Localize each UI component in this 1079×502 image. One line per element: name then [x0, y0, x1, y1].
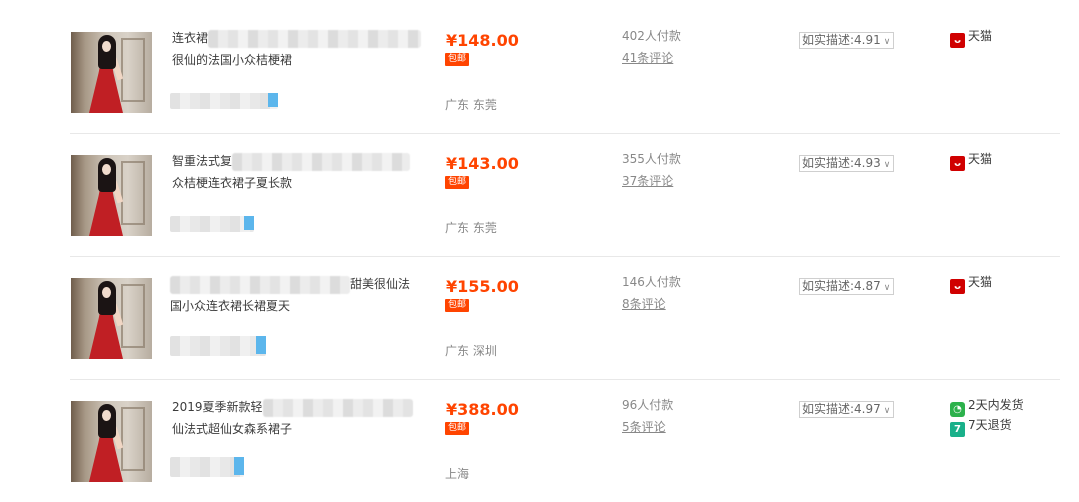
tmall-icon: ᴗ — [950, 279, 965, 294]
shop-badge-icon — [234, 457, 244, 475]
product-title-text[interactable]: 仙法式超仙女森系裙子 — [172, 422, 292, 436]
rating-value: 4.87 — [854, 279, 881, 293]
rating-label: 如实描述: — [802, 156, 855, 170]
free-shipping-badge: 包邮 — [445, 53, 470, 66]
price: ¥143.00 — [446, 154, 519, 173]
service-seven-day-return[interactable]: 7 7天退货 — [950, 417, 1012, 437]
product-row[interactable]: 连衣裙 很仙的法国小众桔梗裙 ¥148.00 包邮 广东 东莞 402人付款 4… — [0, 10, 1079, 133]
product-title-text[interactable]: 2019夏季新款轻 — [172, 400, 263, 414]
product-image[interactable] — [71, 401, 152, 482]
review-link[interactable]: 37条评论 — [622, 173, 673, 189]
product-image[interactable] — [71, 32, 152, 113]
location: 上海 — [445, 467, 470, 481]
product-title-text[interactable]: 连衣裙 — [172, 31, 208, 45]
rating-value: 4.91 — [854, 33, 881, 47]
review-link[interactable]: 5条评论 — [622, 419, 666, 435]
product-title-text[interactable]: 甜美很仙法 — [350, 277, 410, 291]
product-image[interactable] — [71, 278, 152, 359]
rating-dropdown[interactable]: 如实描述:4.97 ∨ — [799, 401, 895, 418]
shop-name-redacted[interactable] — [170, 216, 254, 232]
service-tmall[interactable]: ᴗ 天猫 — [950, 274, 992, 294]
location: 广东 东莞 — [445, 98, 497, 112]
redacted-text — [170, 275, 350, 294]
shop-badge-icon — [244, 216, 254, 230]
product-list: 连衣裙 很仙的法国小众桔梗裙 ¥148.00 包邮 广东 东莞 402人付款 4… — [0, 0, 1079, 502]
seven-day-return-icon: 7 — [950, 422, 965, 437]
product-title[interactable]: 智重法式复 众桔梗连衣裙子夏长款 — [172, 150, 422, 194]
rating-value: 4.97 — [854, 402, 881, 416]
product-row[interactable]: 智重法式复 众桔梗连衣裙子夏长款 ¥143.00 包邮 广东 东莞 355人付款… — [0, 133, 1079, 256]
rating-label: 如实描述: — [802, 33, 855, 47]
rating-dropdown[interactable]: 如实描述:4.91 ∨ — [799, 32, 895, 49]
service-label: 天猫 — [968, 275, 993, 289]
chevron-down-icon: ∨ — [883, 283, 891, 293]
review-link[interactable]: 8条评论 — [622, 296, 666, 312]
rating-dropdown[interactable]: 如实描述:4.87 ∨ — [799, 278, 895, 295]
product-image[interactable] — [71, 155, 152, 236]
row-divider — [70, 133, 1060, 134]
shop-badge-icon — [256, 336, 266, 354]
service-tmall[interactable]: ᴗ 天猫 — [950, 151, 992, 171]
service-label: 天猫 — [968, 152, 993, 166]
two-day-ship-icon: ◔ — [950, 402, 965, 417]
rating-value: 4.93 — [854, 156, 881, 170]
product-title[interactable]: 2019夏季新款轻 仙法式超仙女森系裙子 — [172, 396, 422, 440]
service-label: 7天退货 — [968, 418, 1012, 432]
product-row[interactable]: 甜美很仙法 国小众连衣裙长裙夏天 ¥155.00 包邮 广东 深圳 146人付款… — [0, 256, 1079, 379]
rating-label: 如实描述: — [802, 402, 855, 416]
shop-name-redacted[interactable] — [170, 457, 244, 477]
free-shipping-badge: 包邮 — [445, 422, 470, 435]
review-link[interactable]: 41条评论 — [622, 50, 673, 66]
redacted-text — [262, 398, 413, 417]
service-two-day-ship[interactable]: ◔ 2天内发货 — [950, 397, 1024, 417]
product-row[interactable]: 2019夏季新款轻 仙法式超仙女森系裙子 ¥388.00 包邮 上海 96人付款… — [0, 379, 1079, 502]
row-divider — [70, 379, 1060, 380]
tmall-icon: ᴗ — [950, 33, 965, 48]
paid-count: 96人付款 — [622, 398, 674, 412]
paid-count: 146人付款 — [622, 275, 681, 289]
redacted-text — [208, 29, 422, 48]
price: ¥155.00 — [446, 277, 519, 296]
service-label: 天猫 — [968, 29, 993, 43]
paid-count: 355人付款 — [622, 152, 681, 166]
location: 广东 东莞 — [445, 221, 497, 235]
product-title-text[interactable]: 智重法式复 — [172, 154, 232, 168]
product-title-text[interactable]: 国小众连衣裙长裙夏天 — [170, 299, 290, 313]
product-title-text[interactable]: 很仙的法国小众桔梗裙 — [172, 53, 292, 67]
chevron-down-icon: ∨ — [883, 160, 891, 170]
shop-badge-icon — [268, 93, 278, 107]
shop-name-redacted[interactable] — [170, 336, 266, 356]
location: 广东 深圳 — [445, 344, 497, 358]
chevron-down-icon: ∨ — [883, 406, 891, 416]
product-title[interactable]: 连衣裙 很仙的法国小众桔梗裙 — [172, 27, 422, 71]
row-divider — [70, 256, 1060, 257]
price: ¥388.00 — [446, 400, 519, 419]
free-shipping-badge: 包邮 — [445, 176, 470, 189]
rating-label: 如实描述: — [802, 279, 855, 293]
redacted-text — [232, 152, 411, 171]
product-title-text[interactable]: 众桔梗连衣裙子夏长款 — [172, 176, 292, 190]
paid-count: 402人付款 — [622, 29, 681, 43]
service-tmall[interactable]: ᴗ 天猫 — [950, 28, 992, 48]
service-label: 2天内发货 — [968, 398, 1024, 412]
tmall-icon: ᴗ — [950, 156, 965, 171]
rating-dropdown[interactable]: 如实描述:4.93 ∨ — [799, 155, 895, 172]
price: ¥148.00 — [446, 31, 519, 50]
product-title[interactable]: 甜美很仙法 国小众连衣裙长裙夏天 — [170, 273, 420, 317]
shop-name-redacted[interactable] — [170, 93, 278, 109]
free-shipping-badge: 包邮 — [445, 299, 470, 312]
chevron-down-icon: ∨ — [883, 37, 891, 47]
